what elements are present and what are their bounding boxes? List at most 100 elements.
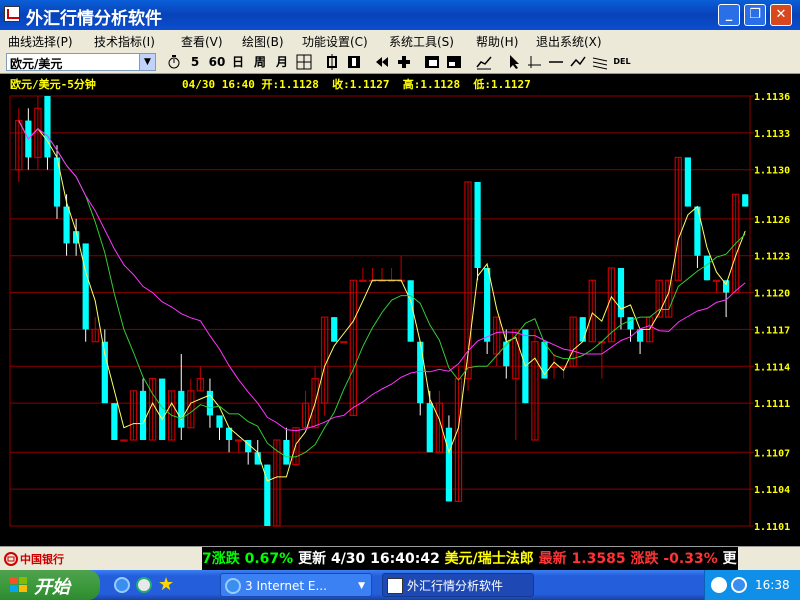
symbol-select[interactable]: 欧元/美元 ▼ — [6, 53, 156, 71]
candlestick-chart[interactable]: 1.1136 1.1133 1.1130 1.1126 1.1123 1.1120 1.11… — [0, 74, 800, 546]
ma-mid-line — [18, 120, 746, 458]
open-label: 开: — [261, 78, 280, 91]
candle-body — [426, 403, 433, 453]
chart-canvas: 1.1136 1.1133 1.1130 1.1126 1.1123 1.1120 1.11… — [9, 92, 790, 533]
trend-line-icon[interactable] — [570, 54, 586, 70]
taskbar-ie-group[interactable]: 3 Internet E... ▼ — [220, 573, 372, 597]
menu-indicators[interactable]: 技术指标(I) — [94, 33, 155, 50]
candle-body — [234, 439, 243, 442]
speaker-icon[interactable] — [711, 577, 727, 593]
menu-system-tools[interactable]: 系统工具(S) — [389, 33, 454, 50]
bank-logo-icon — [4, 552, 18, 566]
windows-logo-icon — [10, 577, 27, 592]
system-tray: 16:38 — [704, 570, 800, 600]
ie-icon — [225, 578, 241, 594]
star-icon[interactable]: ★ — [158, 574, 174, 595]
delete-drawing-button[interactable]: DEL — [612, 53, 632, 71]
app-icon — [4, 6, 20, 22]
candle-body — [283, 440, 290, 465]
menu-view[interactable]: 查看(V) — [181, 33, 223, 50]
y-tick-label: 1.1120 — [754, 289, 790, 300]
window-title: 外汇行情分析软件 — [26, 9, 162, 29]
menu-exit[interactable]: 退出系统(X) — [536, 33, 602, 50]
grid-icon[interactable] — [296, 54, 312, 70]
crosshair-line-icon[interactable] — [526, 54, 542, 70]
chart-info-bar: 欧元/美元-5分钟 04/30 16:40 开:1.1128 收:1.1127 … — [10, 76, 531, 92]
ie-quicklaunch-icon[interactable] — [114, 577, 130, 593]
media-player-icon[interactable] — [136, 577, 152, 593]
menu-help[interactable]: 帮助(H) — [476, 33, 518, 50]
taskbar-ie-label: 3 Internet E... — [245, 579, 327, 593]
y-tick-label: 1.1123 — [754, 252, 790, 263]
candle-body — [550, 365, 558, 368]
taskbar-app-button[interactable]: 外汇行情分析软件 — [382, 573, 534, 597]
candle-body — [617, 268, 625, 318]
y-tick-label: 1.1111 — [754, 399, 790, 410]
clock[interactable]: 16:38 — [755, 578, 790, 592]
bar-chart-icon[interactable] — [346, 54, 362, 70]
candle-body — [63, 206, 70, 244]
quote-date: 04/30 — [182, 78, 216, 91]
line-chart-icon[interactable] — [476, 54, 492, 70]
period-week-button[interactable]: 周 — [252, 53, 268, 71]
bank-logo-text: 中国银行 — [20, 553, 64, 566]
period-day-button[interactable]: 日 — [230, 53, 246, 71]
candle-icon[interactable] — [324, 54, 340, 70]
y-tick-label: 1.1101 — [754, 522, 790, 533]
y-tick-label: 1.1114 — [754, 362, 790, 373]
menu-draw[interactable]: 绘图(B) — [242, 33, 284, 50]
network-icon[interactable] — [731, 577, 747, 593]
chevron-down-icon: ▼ — [358, 581, 365, 591]
close-button[interactable]: ✕ — [770, 4, 792, 26]
candle-body — [712, 279, 721, 282]
minimize-button[interactable]: _ — [718, 4, 740, 26]
ticker-segment: -0.33% — [658, 551, 718, 567]
y-tick-label: 1.1130 — [754, 166, 790, 177]
menu-curve-select[interactable]: 曲线选择(P) — [8, 33, 73, 50]
ticker-scroll: 7涨跌 0.67% 更新 4/30 16:40:42 美元/瑞士法郎 最新 1.… — [202, 547, 738, 571]
candle-body — [44, 96, 51, 158]
ticker-segment: 美元/瑞士法郎 — [439, 551, 534, 567]
y-tick-label: 1.1117 — [754, 325, 790, 336]
app-small-icon — [387, 578, 403, 594]
candle-body — [178, 390, 185, 428]
plot-frame — [9, 95, 751, 527]
maximize-button[interactable]: ❐ — [744, 4, 766, 26]
split-window-icon[interactable] — [446, 54, 462, 70]
window-icon[interactable] — [424, 54, 440, 70]
candle-body — [82, 243, 89, 330]
cursor-icon[interactable] — [506, 54, 522, 70]
candle-body — [120, 439, 128, 442]
parallel-lines-icon[interactable] — [592, 54, 608, 70]
candle-body — [541, 341, 548, 379]
taskbar: 开始 ★ 3 Internet E... ▼ 外汇行情分析软件 16:38 — [0, 570, 800, 600]
ticker-segment: 涨跌 — [625, 551, 659, 567]
candle-body — [445, 427, 453, 502]
rewind-icon[interactable] — [374, 54, 390, 70]
title-bar[interactable]: 外汇行情分析软件 _ ❐ ✕ — [0, 0, 800, 30]
candle-body — [340, 341, 348, 344]
zoom-in-icon[interactable] — [396, 54, 412, 70]
period-5min-button[interactable]: 5 — [188, 53, 202, 71]
toolbar: 欧元/美元 ▼ 5 60 日 周 月 DEL — [0, 50, 800, 74]
candle-body — [359, 279, 367, 282]
candle-body — [742, 194, 749, 207]
start-label: 开始 — [34, 577, 70, 598]
high-label: 高: — [402, 78, 421, 91]
chart-symbol-period: 欧元/美元-5分钟 — [10, 78, 96, 91]
y-tick-label: 1.1104 — [754, 485, 790, 496]
start-button[interactable]: 开始 — [0, 570, 100, 600]
candle-body — [579, 317, 586, 342]
ticker-segment: 更 — [717, 551, 737, 567]
stopwatch-icon[interactable] — [166, 54, 182, 70]
quote-time: 16:40 — [221, 78, 255, 91]
period-60min-button[interactable]: 60 — [208, 53, 226, 71]
candle-body — [331, 317, 338, 342]
horizontal-line-icon[interactable] — [548, 54, 564, 70]
chevron-down-icon[interactable]: ▼ — [139, 54, 155, 70]
y-tick-label: 1.1133 — [754, 129, 790, 140]
candle-body — [703, 255, 711, 281]
menu-settings[interactable]: 功能设置(C) — [302, 33, 368, 50]
period-month-button[interactable]: 月 — [274, 53, 290, 71]
main-window: 外汇行情分析软件 _ ❐ ✕ 曲线选择(P) 技术指标(I) 查看(V) 绘图(… — [0, 0, 800, 571]
